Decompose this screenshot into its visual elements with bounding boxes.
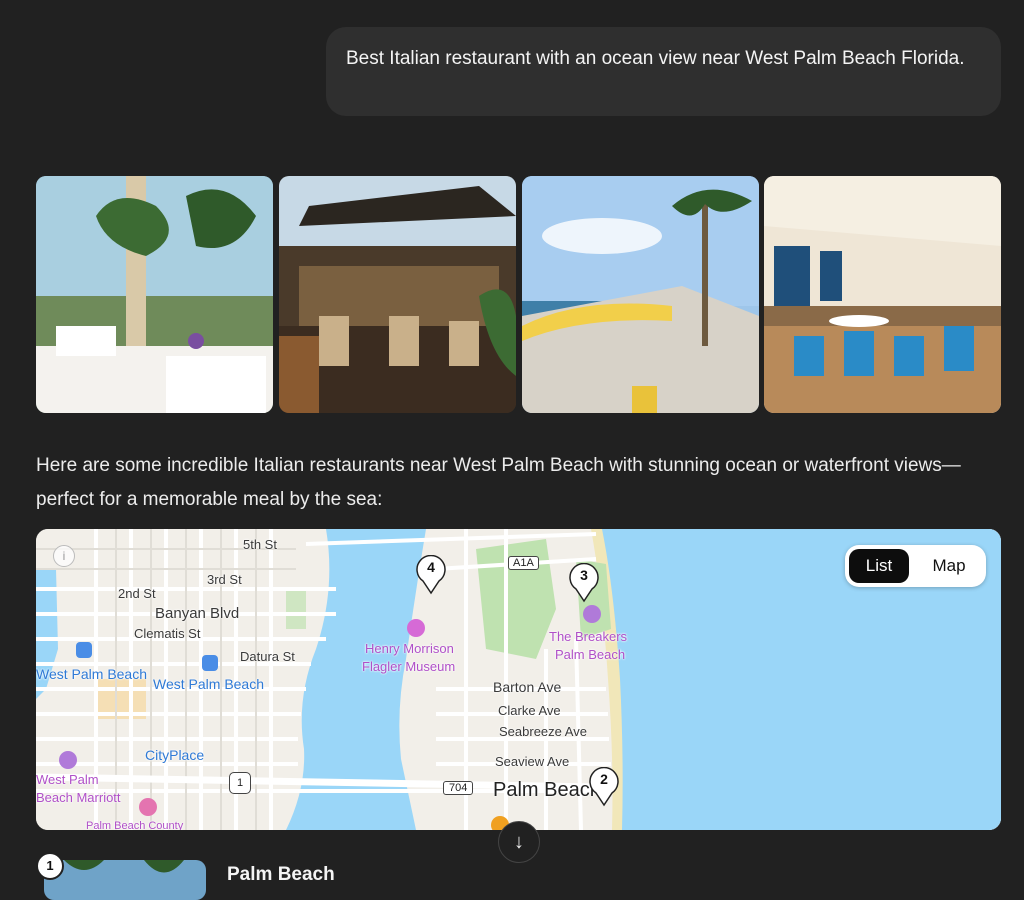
restaurant-photo-4[interactable] bbox=[764, 176, 1001, 413]
street-label-barton: Barton Ave bbox=[493, 679, 562, 695]
list-map-toggle: List Map bbox=[845, 545, 986, 587]
restaurant-photo-2[interactable] bbox=[279, 176, 516, 413]
map-pin-4[interactable]: 4 bbox=[415, 554, 447, 595]
label-palm-beach-county: Palm Beach County bbox=[86, 820, 184, 830]
street-label-seabreeze: Seabreeze Ave bbox=[499, 724, 587, 739]
label-flagler-1: Henry Morrison bbox=[365, 641, 454, 656]
label-west-palm-beach: West Palm Beach bbox=[153, 676, 265, 692]
street-label-datura: Datura St bbox=[240, 649, 295, 664]
label-breakers-1: The Breakers bbox=[549, 629, 628, 644]
label-flagler-2: Flagler Museum bbox=[362, 659, 456, 674]
street-label-5th: 5th St bbox=[243, 537, 277, 552]
pin-number: 2 bbox=[600, 771, 608, 787]
arrow-down-icon: ↓ bbox=[514, 831, 524, 853]
label-marriott-2: Beach Marriott bbox=[36, 790, 121, 805]
street-label-clarke: Clarke Ave bbox=[498, 703, 561, 718]
scroll-down-button[interactable]: ↓ bbox=[498, 821, 540, 863]
street-label-seaview: Seaview Ave bbox=[495, 754, 570, 769]
map-toggle-button[interactable]: Map bbox=[919, 549, 979, 583]
label-cityplace: CityPlace bbox=[145, 747, 205, 763]
label-palm-beach-town: Palm Beach bbox=[493, 779, 601, 801]
route-704-shield: 704 bbox=[443, 781, 474, 795]
restaurant-photo-3[interactable] bbox=[522, 176, 759, 413]
map-pin-2[interactable]: 2 bbox=[588, 766, 620, 807]
shopping-icon bbox=[139, 798, 157, 816]
train-station-icon bbox=[76, 642, 92, 658]
result-number-badge: 1 bbox=[36, 852, 64, 880]
label-breakers-2: Palm Beach bbox=[555, 647, 626, 662]
street-label-clematis: Clematis St bbox=[134, 626, 201, 641]
map-panel[interactable]: A1A 704 1 5th St 3rd St 2nd St Banyan Bl… bbox=[36, 529, 1001, 830]
train-station-icon-2 bbox=[202, 655, 218, 671]
pin-number: 4 bbox=[427, 559, 435, 575]
hotel-icon bbox=[583, 605, 601, 623]
image-gallery bbox=[36, 176, 1001, 413]
result-title[interactable]: Palm Beach bbox=[227, 864, 335, 886]
a1a-shield: A1A bbox=[508, 556, 539, 570]
street-label-2nd: 2nd St bbox=[118, 586, 156, 601]
info-icon[interactable]: i bbox=[53, 545, 75, 567]
street-label-3rd: 3rd St bbox=[207, 572, 242, 587]
museum-icon bbox=[407, 619, 425, 637]
street-label-banyan: Banyan Blvd bbox=[155, 605, 240, 622]
result-thumbnail[interactable] bbox=[44, 860, 206, 900]
user-message-text: Best Italian restaurant with an ocean vi… bbox=[346, 48, 965, 69]
label-marriott-1: West Palm bbox=[36, 772, 99, 787]
list-toggle-button[interactable]: List bbox=[849, 549, 909, 583]
user-message-bubble: Best Italian restaurant with an ocean vi… bbox=[326, 27, 1001, 116]
restaurant-photo-1[interactable] bbox=[36, 176, 273, 413]
us1-shield: 1 bbox=[229, 772, 251, 794]
map-pin-3[interactable]: 3 bbox=[568, 562, 600, 603]
label-west-palm-beach-station: West Palm Beach bbox=[36, 666, 148, 682]
hotel-icon-2 bbox=[59, 751, 77, 769]
assistant-reply-intro: Here are some incredible Italian restaur… bbox=[36, 455, 961, 510]
pin-number: 3 bbox=[580, 567, 588, 583]
